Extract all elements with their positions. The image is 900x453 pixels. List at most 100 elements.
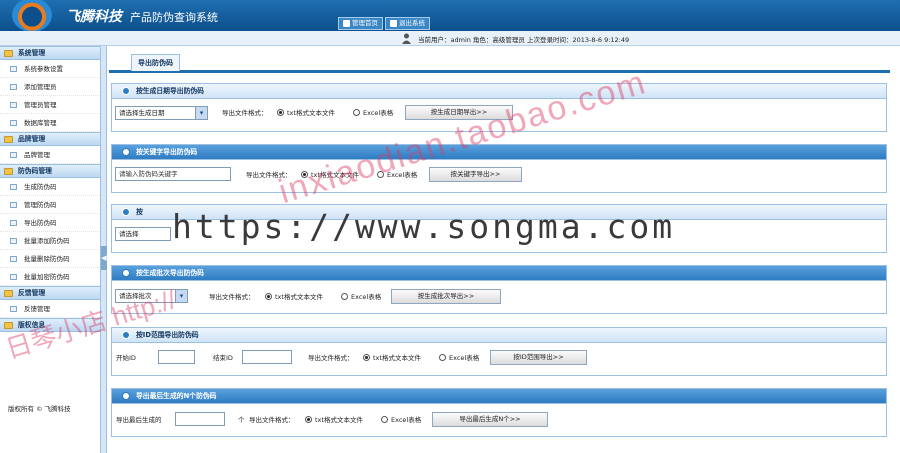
app-header: 飞腾科技 产品防伪查询系统 管理首页 退出系统 <box>0 0 900 32</box>
radio-excel[interactable]: Excel表格 <box>381 413 421 427</box>
sidebar-item-feedback-manage[interactable]: 反馈管理 <box>0 300 100 318</box>
radio-checked-icon[interactable] <box>265 293 272 300</box>
chevron-down-icon: ▾ <box>175 290 187 302</box>
export-last-n-button[interactable]: 导出最后生成N个>> <box>432 412 548 427</box>
menu-group-feedback[interactable]: 反馈管理 <box>0 286 100 300</box>
page-icon <box>10 120 17 126</box>
page-icon <box>10 306 17 312</box>
radio-icon[interactable] <box>439 354 446 361</box>
sidebar-item-database[interactable]: 数据库管理 <box>0 114 100 132</box>
sidebar-item-manage-codes[interactable]: 管理防伪码 <box>0 196 100 214</box>
copyright-text: 版权所有 © 飞腾科技 <box>8 405 71 413</box>
radio-checked-icon[interactable] <box>305 416 312 423</box>
export-by-date-button[interactable]: 按生成日期导出>> <box>405 105 513 120</box>
start-id-label: 开始ID <box>116 354 136 362</box>
radio-checked-icon[interactable] <box>301 171 308 178</box>
export-by-keyword-button[interactable]: 按关键字导出>> <box>429 167 522 182</box>
sidebar-item-batch-delete[interactable]: 批量删除防伪码 <box>0 250 100 268</box>
main-content: 导出防伪码 按生成日期导出防伪码 请选择生成日期 ▾ 导出文件格式： txt格式文… <box>107 46 900 453</box>
page-icon <box>10 220 17 226</box>
user-info-text: 当前用户：admin 角色：高级管理员 上次登录时间：2013-8-6 9:12… <box>418 36 630 44</box>
radio-txt[interactable]: txt格式文本文件 <box>305 413 363 427</box>
panel-export-last-n: 导出最后生成的N个防伪码 导出最后生成的 个 导出文件格式： txt格式文本文件… <box>111 388 887 437</box>
format-label: 导出文件格式： <box>246 171 292 179</box>
radio-icon[interactable] <box>381 416 388 423</box>
format-label: 导出文件格式： <box>249 416 295 424</box>
last-n-input[interactable] <box>175 412 225 426</box>
panel-export-by-keyword: 按关键字导出防伪码 请输入防伪码关键字 导出文件格式： txt格式文本文件 Ex… <box>111 144 887 193</box>
export-by-id-range-button[interactable]: 按ID范围导出>> <box>490 350 587 365</box>
menu-group-system[interactable]: 系统管理 <box>0 46 100 60</box>
nav-logout-label: 退出系统 <box>399 19 425 27</box>
last-n-suffix-label: 个 <box>238 416 245 424</box>
radio-excel[interactable]: Excel表格 <box>377 168 417 182</box>
panel-header: 按ID范围导出防伪码 <box>112 328 886 343</box>
folder-icon <box>4 290 13 297</box>
user-icon <box>402 33 411 44</box>
info-icon <box>122 87 130 95</box>
system-title: 产品防伪查询系统 <box>130 11 218 24</box>
start-id-input[interactable] <box>158 350 195 364</box>
radio-icon[interactable] <box>377 171 384 178</box>
export-by-batch-button[interactable]: 按生成批次导出>> <box>391 289 501 304</box>
sidebar-item-add-admin[interactable]: 添加管理员 <box>0 78 100 96</box>
format-label: 导出文件格式： <box>308 354 354 362</box>
info-icon <box>122 269 130 277</box>
sidebar-item-generate-codes[interactable]: 生成防伪码 <box>0 178 100 196</box>
keyword-input[interactable]: 请输入防伪码关键字 <box>115 167 231 181</box>
sidebar-item-admin-manage[interactable]: 管理员管理 <box>0 96 100 114</box>
obscured-select[interactable]: 请选择 <box>115 227 171 241</box>
last-n-prefix-label: 导出最后生成的 <box>116 416 162 424</box>
radio-excel[interactable]: Excel表格 <box>341 290 381 304</box>
page-icon <box>10 102 17 108</box>
menu-group-codes[interactable]: 防伪码管理 <box>0 164 100 178</box>
radio-txt[interactable]: txt格式文本文件 <box>265 290 323 304</box>
panel-header: 导出最后生成的N个防伪码 <box>112 389 886 404</box>
folder-icon <box>4 136 13 143</box>
panel-export-by-date: 按生成日期导出防伪码 请选择生成日期 ▾ 导出文件格式： txt格式文本文件 Ex… <box>111 83 887 132</box>
format-label: 导出文件格式： <box>209 293 255 301</box>
sidebar-item-batch-encrypt[interactable]: 批量加密防伪码 <box>0 268 100 286</box>
top-nav: 管理首页 退出系统 <box>338 17 430 30</box>
sidebar-item-system-params[interactable]: 系统参数设置 <box>0 60 100 78</box>
user-info-bar: 当前用户：admin 角色：高级管理员 上次登录时间：2013-8-6 9:12… <box>0 31 900 46</box>
page-header: 导出防伪码 <box>109 49 890 73</box>
page-icon <box>10 256 17 262</box>
sidebar-item-brand-manage[interactable]: 品牌管理 <box>0 146 100 164</box>
page-icon <box>10 66 17 72</box>
sidebar-item-batch-add[interactable]: 批量添加防伪码 <box>0 232 100 250</box>
radio-txt[interactable]: txt格式文本文件 <box>363 351 421 365</box>
menu-group-copyright[interactable]: 版权信息 <box>0 318 100 332</box>
end-id-label: 结束ID <box>213 354 233 362</box>
nav-logout-button[interactable]: 退出系统 <box>385 17 430 30</box>
menu-group-brand[interactable]: 品牌管理 <box>0 132 100 146</box>
sidebar: 系统管理 系统参数设置 添加管理员 管理员管理 数据库管理 品牌管理 品牌管理 … <box>0 46 101 453</box>
page-icon <box>10 152 17 158</box>
company-logo <box>12 0 52 32</box>
radio-txt[interactable]: txt格式文本文件 <box>277 106 335 120</box>
sidebar-item-export-codes[interactable]: 导出防伪码 <box>0 214 100 232</box>
page-title: 导出防伪码 <box>131 54 180 71</box>
radio-checked-icon[interactable] <box>363 354 370 361</box>
radio-excel[interactable]: Excel表格 <box>353 106 393 120</box>
nav-home-label: 管理首页 <box>352 19 378 27</box>
radio-excel[interactable]: Excel表格 <box>439 351 479 365</box>
panel-header: 按关键字导出防伪码 <box>112 145 886 160</box>
radio-txt[interactable]: txt格式文本文件 <box>301 168 359 182</box>
nav-home-button[interactable]: 管理首页 <box>338 17 383 30</box>
page-icon <box>10 202 17 208</box>
home-icon <box>343 20 350 27</box>
radio-icon[interactable] <box>353 109 360 116</box>
folder-icon <box>4 322 13 329</box>
info-icon <box>122 392 130 400</box>
info-icon <box>122 208 130 216</box>
folder-icon <box>4 168 13 175</box>
end-id-input[interactable] <box>242 350 292 364</box>
radio-checked-icon[interactable] <box>277 109 284 116</box>
folder-icon <box>4 50 13 57</box>
radio-icon[interactable] <box>341 293 348 300</box>
info-icon <box>122 148 130 156</box>
batch-select[interactable]: 请选择批次 ▾ <box>115 289 188 303</box>
date-select[interactable]: 请选择生成日期 ▾ <box>115 106 208 120</box>
page-icon <box>10 274 17 280</box>
